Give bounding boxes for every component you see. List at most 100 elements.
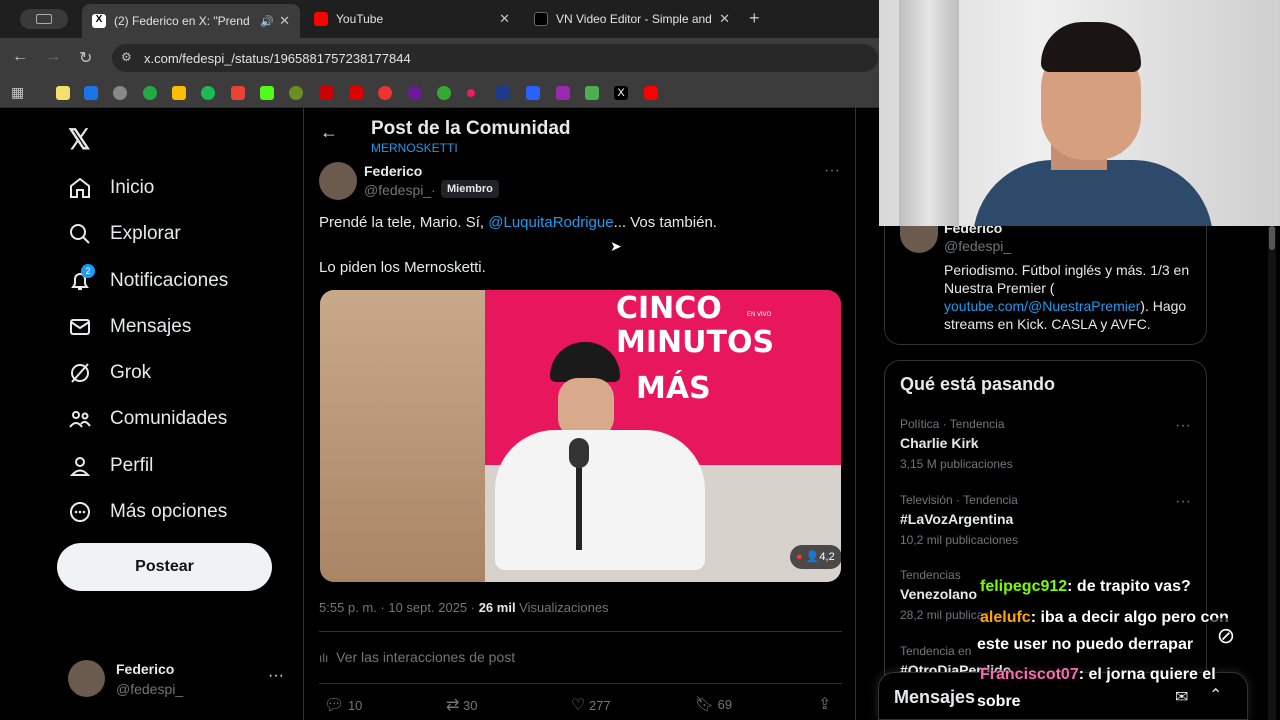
like-button[interactable]: ♡ 277: [571, 695, 611, 715]
close-tab-icon[interactable]: ✕: [499, 11, 510, 27]
bookmark-icon[interactable]: [289, 86, 303, 100]
new-message-icon[interactable]: ✉: [1175, 687, 1188, 707]
tab-title: YouTube: [336, 12, 384, 26]
nav-label: Más opciones: [110, 501, 228, 522]
nav-item-explore[interactable]: Explorar: [68, 219, 181, 249]
youtube-bookmark-icon[interactable]: [644, 86, 658, 100]
author-name[interactable]: Federico: [364, 163, 422, 179]
mention-link[interactable]: @LuquitaRodrigue: [488, 214, 613, 231]
nav-item-messages[interactable]: Mensajes: [68, 312, 191, 342]
repost-button[interactable]: ⇄ 30: [446, 695, 478, 715]
more-dots-icon[interactable]: ···: [1175, 417, 1191, 435]
analytics-icon: ılı: [319, 651, 329, 665]
youtube-favicon-icon: [314, 12, 328, 26]
apps-grid-icon[interactable]: ▦: [11, 84, 24, 101]
nav-label: Notificaciones: [110, 270, 229, 291]
nav-label: Inicio: [110, 177, 155, 198]
reload-icon[interactable]: ↻: [79, 48, 92, 68]
person-icon: [68, 454, 92, 478]
author-avatar[interactable]: [319, 162, 357, 200]
author-handle[interactable]: @fedespi_: [364, 182, 431, 198]
kick-bookmark-icon[interactable]: [260, 86, 274, 100]
bookmark-icon[interactable]: [56, 86, 70, 100]
x-logo-icon[interactable]: 𝕏: [68, 123, 91, 156]
trend-meta: Televisión · Tendencia: [900, 493, 1018, 507]
close-tab-icon[interactable]: ✕: [719, 11, 730, 27]
bookmark-icon[interactable]: [113, 86, 127, 100]
nav-label: Mensajes: [110, 316, 192, 337]
bookmark-icon[interactable]: [84, 86, 98, 100]
more-dots-icon[interactable]: ···: [1175, 493, 1191, 511]
forward-arrow-icon[interactable]: →: [45, 48, 61, 66]
nav-item-profile[interactable]: Perfil: [68, 451, 153, 481]
more-dots-icon[interactable]: ···: [824, 162, 840, 180]
back-arrow-icon[interactable]: ←: [12, 48, 28, 66]
chat-text: este user no puedo derrapar: [977, 636, 1194, 653]
post-button[interactable]: Postear: [57, 543, 272, 591]
grok-icon: [68, 361, 92, 385]
nav-item-notifications[interactable]: 2 Notificaciones: [68, 264, 228, 296]
site-settings-icon[interactable]: ⚙: [121, 50, 132, 64]
back-arrow-icon[interactable]: ←: [320, 122, 338, 143]
tab-title: VN Video Editor - Simple and: [556, 12, 712, 26]
trends-title: Qué está pasando: [900, 374, 1056, 394]
community-link[interactable]: MERNOSKETTI: [371, 141, 458, 155]
bookmark-icon[interactable]: [585, 86, 599, 100]
view-interactions-link[interactable]: ılı Ver las interacciones de post: [319, 649, 515, 665]
scrollbar[interactable]: [1268, 226, 1276, 720]
share-icon[interactable]: ⇪: [818, 694, 831, 714]
bookmark-icon[interactable]: [378, 86, 392, 100]
post-video[interactable]: CINCO MINUTOS MÁS EN VIVO ● 👤4,2: [320, 290, 841, 582]
url-field[interactable]: ⚙ x.com/fedespi_/status/1965881757238177…: [112, 44, 878, 72]
bookmark-icon[interactable]: [349, 86, 363, 100]
vn-favicon-icon: [534, 12, 548, 26]
webcam-person-hair: [1041, 22, 1141, 72]
bio-line: streams en Kick. CASLA y AVFC.: [944, 316, 1151, 332]
bio-link[interactable]: youtube.com/@NuestraPremier: [944, 298, 1140, 314]
search-icon: [68, 222, 92, 246]
page-title: Post de la Comunidad: [371, 118, 571, 139]
bookmark-icon[interactable]: [496, 86, 510, 100]
tab-x-post[interactable]: X (2) Federico en X: "Prend 🔊 ✕: [82, 4, 300, 38]
nav-item-grok[interactable]: Grok: [68, 358, 151, 388]
gmail-bookmark-icon[interactable]: [231, 86, 245, 100]
bookmark-icon[interactable]: [201, 86, 215, 100]
bookmark-icon[interactable]: [143, 86, 157, 100]
reply-button[interactable]: 💬︎ 10: [324, 695, 362, 715]
expand-up-icon[interactable]: ⌃: [1209, 685, 1222, 705]
tab-youtube[interactable]: YouTube ✕: [304, 6, 520, 32]
close-tab-icon[interactable]: ✕: [279, 13, 290, 29]
bookmark-icon[interactable]: [319, 86, 333, 100]
bookmark-icon[interactable]: [172, 86, 186, 100]
profile-handle[interactable]: @fedespi_: [944, 238, 1011, 254]
speaker-icon[interactable]: 🔊: [260, 15, 274, 28]
more-dots-icon[interactable]: ···: [268, 667, 284, 685]
bio-line: Periodismo. Fútbol inglés y más. 1/3 en: [944, 262, 1190, 278]
account-switcher[interactable]: Federico @fedespi_ ···: [58, 655, 298, 703]
trend-item[interactable]: Televisión · Tendencia #LaVozArgentina 1…: [900, 493, 1200, 551]
bio-line: Nuestra Premier (: [944, 280, 1055, 296]
new-tab-icon[interactable]: +: [749, 8, 760, 29]
bookmark-icon[interactable]: [556, 86, 570, 100]
trend-item[interactable]: Política · Tendencia Charlie Kirk 3,15 M…: [900, 417, 1200, 475]
bookmark-icon[interactable]: [437, 86, 451, 100]
x-bookmark-icon[interactable]: X: [614, 86, 628, 100]
bookmark-icon[interactable]: [408, 86, 422, 100]
nav-item-more[interactable]: Más opciones: [68, 497, 227, 527]
reply-icon: 💬︎: [324, 697, 345, 714]
nav-item-communities[interactable]: Comunidades: [68, 404, 227, 434]
notification-badge: 2: [81, 264, 95, 278]
browser-tab-bar: X (2) Federico en X: "Prend 🔊 ✕ YouTube …: [0, 0, 880, 38]
bookmark-button[interactable]: 🔖︎ 69: [695, 695, 732, 713]
webcam-curtain: [899, 0, 959, 226]
bookmark-icon[interactable]: [526, 86, 540, 100]
profile-bio: Periodismo. Fútbol inglés y más. 1/3 en …: [944, 261, 1204, 333]
scrollbar-thumb[interactable]: [1269, 226, 1275, 250]
nav-item-home[interactable]: Inicio: [68, 173, 154, 203]
tab-title: (2) Federico en X: "Prend: [114, 14, 250, 28]
bookmark-icon[interactable]: [467, 89, 475, 97]
tab-group-button[interactable]: [20, 9, 68, 29]
tab-vn-editor[interactable]: VN Video Editor - Simple and ✕: [524, 6, 740, 32]
timestamp[interactable]: 5:55 p. m. · 10 sept. 2025 ·: [319, 600, 479, 615]
bookmark-icon: 🔖︎: [695, 696, 715, 713]
